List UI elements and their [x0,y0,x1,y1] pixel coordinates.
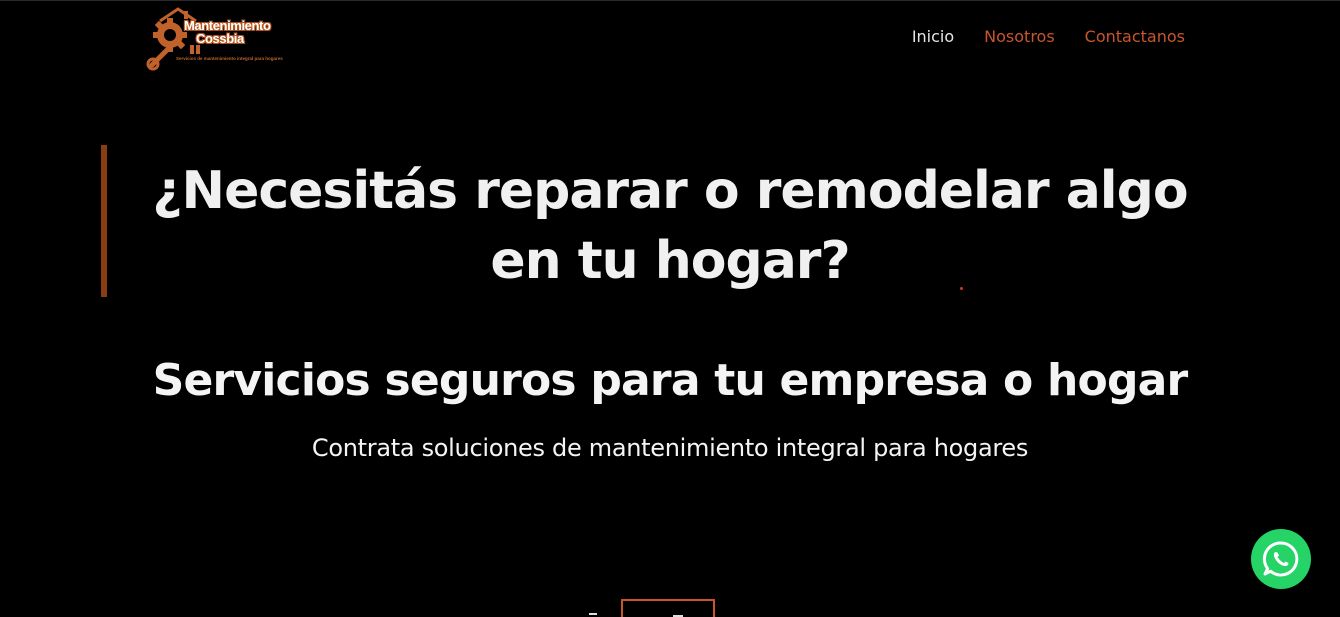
site-logo[interactable]: Mantenimiento Cossbia Servicios de mante… [146,5,283,71]
page: Mantenimiento Cossbia Servicios de mante… [0,0,1340,617]
logo-tagline: Servicios de mantenimiento integral para… [176,56,283,61]
nav-item-nosotros[interactable]: Nosotros [984,27,1055,46]
main-nav: Inicio Nosotros Contactanos [912,27,1185,46]
cta-button[interactable] [621,599,715,617]
nav-item-contactanos[interactable]: Contactanos [1085,27,1185,46]
nav-item-inicio[interactable]: Inicio [912,27,954,46]
logo-subtitle: Cossbia [196,31,244,46]
whatsapp-button[interactable] [1251,529,1311,589]
decorative-dot [960,287,963,290]
hero-accent-bar [101,145,107,297]
hero-title: ¿Necesitás reparar o remodelar algo en t… [152,161,1188,291]
hero-subtitle: Servicios seguros para tu empresa o hoga… [152,355,1189,406]
whatsapp-icon [1262,541,1299,577]
hero-description: Contrata soluciones de mantenimiento int… [311,434,1029,462]
cta-text-fragment [589,613,597,615]
